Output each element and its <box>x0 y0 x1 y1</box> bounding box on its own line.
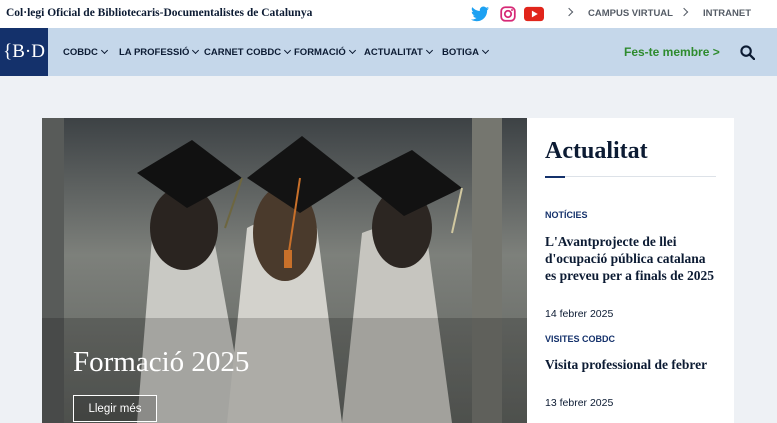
nav-item-actualitat[interactable]: ACTUALITAT <box>364 46 433 58</box>
hero-banner[interactable]: Formació 2025 Llegir més <box>42 118 527 423</box>
intranet-link[interactable]: INTRANET <box>679 7 751 19</box>
organization-name[interactable]: Col·legi Oficial de Bibliotecaris-Docume… <box>6 7 312 19</box>
news-headline[interactable]: Visita professional de febrer <box>545 356 720 373</box>
bd-logo[interactable]: {B·D <box>0 28 48 76</box>
chevron-down-icon <box>284 46 292 55</box>
chevron-down-icon <box>481 46 489 55</box>
hero-title: Formació 2025 <box>73 346 250 378</box>
nav-item-formacio[interactable]: FORMACIÓ <box>294 46 356 58</box>
top-bar: Col·legi Oficial de Bibliotecaris-Docume… <box>0 0 777 28</box>
heading-underline <box>545 176 565 178</box>
search-icon[interactable] <box>740 45 755 60</box>
nav-item-botiga[interactable]: BOTIGA <box>442 46 489 58</box>
news-panel: Actualitat NOTÍCIES L'Avantprojecte de l… <box>527 118 734 423</box>
news-category[interactable]: NOTÍCIES <box>545 210 588 220</box>
join-member-link[interactable]: Fes-te membre > <box>624 45 720 59</box>
nav-item-la-professio[interactable]: LA PROFESSIÓ <box>119 46 200 58</box>
chevron-down-icon <box>348 46 356 55</box>
news-date: 14 febrer 2025 <box>545 308 614 320</box>
chevron-down-icon <box>100 46 108 55</box>
youtube-icon[interactable] <box>524 6 544 22</box>
instagram-icon[interactable] <box>499 6 517 22</box>
news-date: 13 febrer 2025 <box>545 397 614 409</box>
twitter-icon[interactable] <box>471 6 489 22</box>
read-more-button[interactable]: Llegir més <box>73 395 157 422</box>
chevron-right-icon <box>564 7 574 17</box>
nav-item-cobdc[interactable]: COBDC <box>63 46 108 58</box>
news-headline[interactable]: L'Avantprojecte de llei d'ocupació públi… <box>545 233 720 284</box>
main-nav: {B·D COBDC LA PROFESSIÓ CARNET COBDC FOR… <box>0 28 777 76</box>
divider <box>565 176 716 177</box>
nav-item-carnet-cobdc[interactable]: CARNET COBDC <box>204 46 292 58</box>
chevron-down-icon <box>425 46 433 55</box>
campus-virtual-link[interactable]: CAMPUS VIRTUAL <box>564 7 673 19</box>
news-category[interactable]: VISITES COBDC <box>545 334 615 344</box>
chevron-right-icon <box>679 7 689 17</box>
chevron-down-icon <box>192 46 200 55</box>
news-heading: Actualitat <box>545 138 648 164</box>
